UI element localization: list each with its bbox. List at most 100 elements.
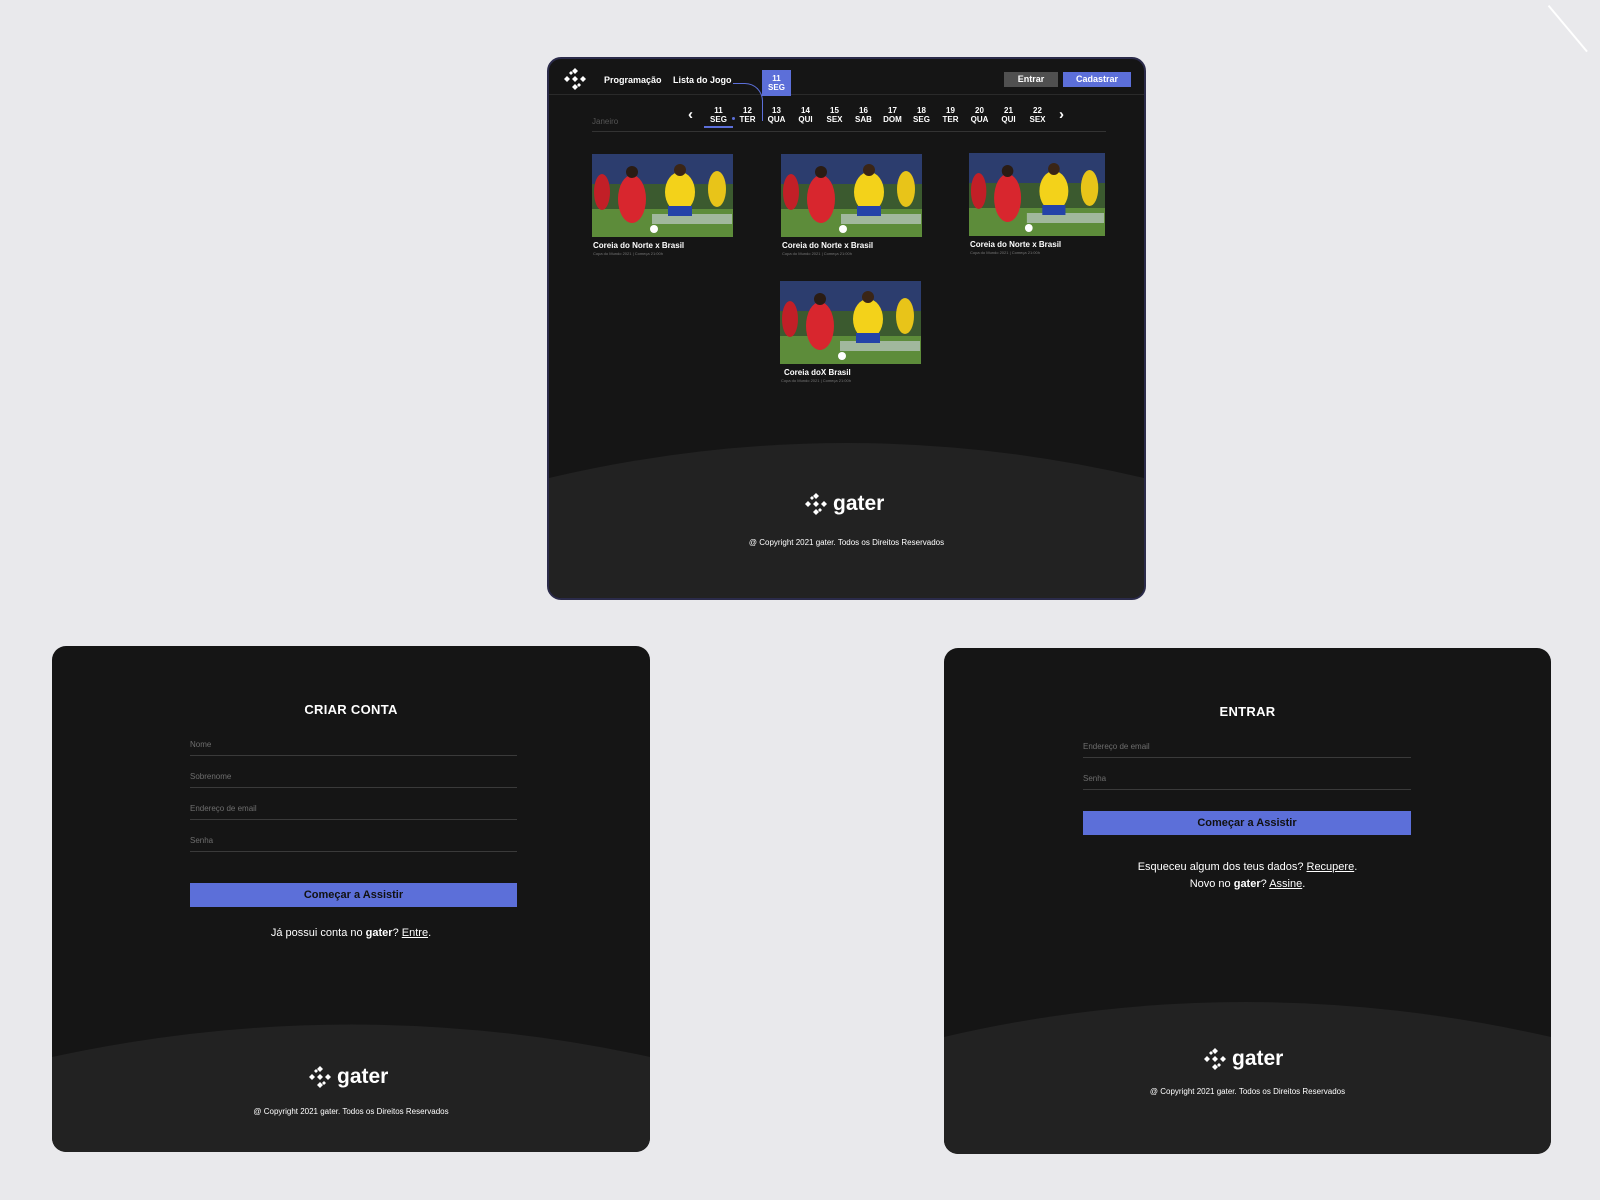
match-card[interactable]: Coreia doX Brasil Copa do Mundo 2021 | C… (780, 281, 921, 383)
last-name-field[interactable] (190, 770, 517, 788)
login-screen: ENTRAR Começar a Assistir Esqueceu algum… (944, 648, 1551, 1154)
email-field[interactable] (1083, 740, 1411, 758)
date-tab[interactable]: 12 TER (733, 106, 762, 128)
date-tab[interactable]: 18 SEG (907, 106, 936, 128)
recover-link[interactable]: Recupere (1307, 861, 1355, 873)
date-number: 16 (859, 106, 868, 115)
tooltip-day: 11 (772, 74, 781, 83)
gater-logo-icon (309, 1066, 331, 1088)
match-thumbnail (780, 281, 921, 364)
date-tab[interactable]: 21 QUI (994, 106, 1023, 128)
date-tab[interactable]: 22 SEX (1023, 106, 1052, 128)
first-name-input[interactable] (190, 740, 517, 749)
schedule-screen: Programação Lista do Jogo Entrar Cadastr… (547, 57, 1146, 600)
top-navbar: Programação Lista do Jogo Entrar Cadastr… (549, 59, 1144, 95)
date-weekday: QUI (798, 115, 813, 124)
date-weekday: TER (942, 115, 959, 124)
match-subtitle: Copa do Mundo 2021 | Começa 21:00h (970, 250, 1040, 255)
date-strip: 11 SEG 12 TER 13 QUA 14 QUI 15 SEX 16 SAB 17 DOM 18 SEG… (704, 106, 1052, 128)
brand-name: gater (337, 1065, 389, 1088)
date-weekday: DOM (883, 115, 902, 124)
date-number: 21 (1004, 106, 1013, 115)
date-number: 18 (917, 106, 926, 115)
date-number: 17 (888, 106, 897, 115)
date-number: 14 (801, 106, 810, 115)
date-number: 12 (743, 106, 752, 115)
nav-lista-do-jogo[interactable]: Lista do Jogo (673, 75, 732, 85)
next-day-chevron-icon[interactable]: › (1059, 106, 1064, 123)
first-name-field[interactable] (190, 738, 517, 756)
prompt-period: . (428, 927, 432, 939)
match-subtitle: Copa do Mundo 2021 | Começa 21:00h (782, 251, 852, 256)
date-tab[interactable]: 16 SAB (849, 106, 878, 128)
footer-background (549, 443, 1144, 598)
date-weekday: SAB (855, 115, 872, 124)
date-number: 19 (946, 106, 955, 115)
footer-brand: gater (308, 1065, 388, 1089)
date-number: 13 (772, 106, 781, 115)
copyright-text: @ Copyright 2021 gater. Todos os Direito… (1149, 1087, 1346, 1096)
brand-name: gater (1232, 1047, 1284, 1070)
copyright-text: @ Copyright 2021 gater. Todos os Direito… (253, 1107, 449, 1116)
gater-logo-icon[interactable] (563, 67, 587, 91)
entrar-button[interactable]: Entrar (1004, 72, 1058, 87)
date-tab[interactable]: 14 QUI (791, 106, 820, 128)
start-watching-button[interactable]: Começar a Assistir (1083, 811, 1411, 835)
date-tab[interactable]: 20 QUA (965, 106, 994, 128)
date-tab[interactable]: 15 SEX (820, 106, 849, 128)
subscribe-link[interactable]: Assine (1269, 878, 1302, 890)
email-input[interactable] (1083, 742, 1411, 751)
footer-brand: gater (1203, 1047, 1283, 1071)
signup-prompt: Novo no gater? Assine. (944, 875, 1551, 893)
date-tab[interactable]: 19 TER (936, 106, 965, 128)
start-watching-button[interactable]: Começar a Assistir (190, 883, 517, 907)
login-link[interactable]: Entre (402, 927, 428, 939)
forgot-text: Esqueceu algum dos teus dados? (1137, 861, 1307, 873)
date-weekday: SEG (710, 115, 727, 124)
date-tab[interactable]: 11 SEG (704, 106, 733, 128)
prev-day-chevron-icon[interactable]: ‹ (688, 106, 693, 123)
prompt-question: ? (392, 927, 402, 939)
match-title: Coreia do Norte x Brasil (970, 240, 1062, 249)
date-weekday: QUI (1001, 115, 1016, 124)
brand-name: gater (833, 492, 885, 515)
nav-programacao[interactable]: Programação (604, 75, 662, 85)
match-card[interactable]: Coreia do Norte x Brasil Copa do Mundo 2… (781, 154, 922, 256)
match-title: Coreia do Norte x Brasil (782, 241, 874, 250)
match-subtitle: Copa do Mundo 2021 | Começa 21:00h (593, 251, 663, 256)
password-input[interactable] (190, 836, 517, 845)
match-title: Coreia doX Brasil (784, 368, 851, 377)
date-tab[interactable]: 17 DOM (878, 106, 907, 128)
email-input[interactable] (190, 804, 517, 813)
match-subtitle: Copa do Mundo 2021 | Começa 21:00h (781, 378, 851, 383)
month-label: Janeiro (592, 117, 619, 126)
new-period: . (1302, 878, 1306, 890)
date-weekday: TER (739, 115, 756, 124)
date-number: 15 (830, 106, 839, 115)
cadastrar-button[interactable]: Cadastrar (1063, 72, 1131, 87)
date-number: 11 (714, 106, 723, 115)
password-field[interactable] (1083, 772, 1411, 790)
date-tab[interactable]: 13 QUA (762, 106, 791, 128)
form-title: CRIAR CONTA (304, 702, 398, 717)
email-field[interactable] (190, 802, 517, 820)
last-name-input[interactable] (190, 772, 517, 781)
date-number: 20 (975, 106, 984, 115)
new-text: Novo no (1189, 878, 1234, 890)
password-input[interactable] (1083, 774, 1411, 783)
match-thumbnail (592, 154, 733, 237)
new-brand: gater (1233, 878, 1261, 890)
tooltip-weekday: SEG (768, 83, 785, 92)
date-number: 22 (1033, 106, 1042, 115)
decorative-line (1547, 0, 1600, 53)
form-title: ENTRAR (1219, 704, 1276, 719)
prompt-text: Já possui conta no (270, 927, 366, 939)
match-card[interactable]: Coreia do Norte x Brasil Copa do Mundo 2… (969, 153, 1105, 255)
password-field[interactable] (190, 834, 517, 852)
match-card[interactable]: Coreia do Norte x Brasil Copa do Mundo 2… (592, 154, 733, 256)
date-weekday: SEG (913, 115, 930, 124)
signup-screen: CRIAR CONTA Começar a Assistir Já possui… (52, 646, 650, 1152)
date-weekday: SEX (1029, 115, 1046, 124)
date-strip-divider (592, 131, 1106, 132)
match-thumbnail (969, 153, 1105, 236)
